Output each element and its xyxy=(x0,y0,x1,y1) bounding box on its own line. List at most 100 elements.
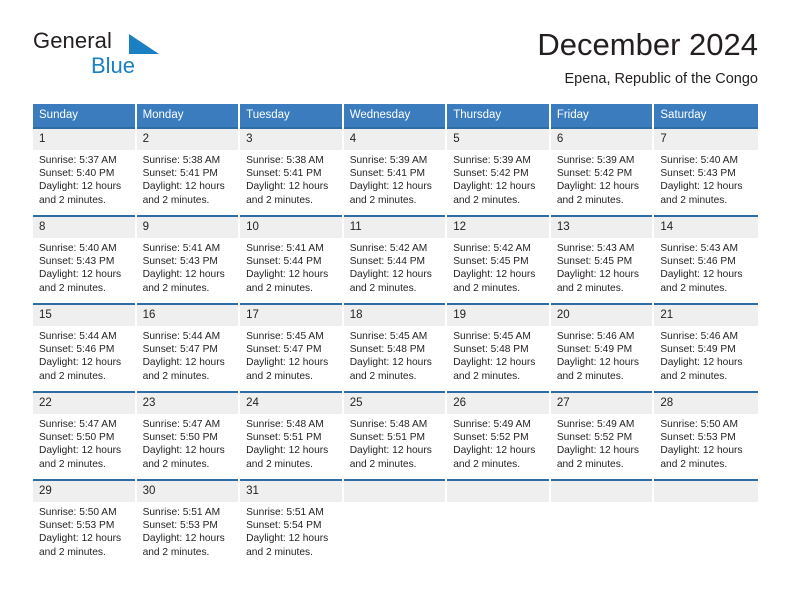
calendar-day-cell[interactable]: 14 Sunrise: 5:43 AM Sunset: 5:46 PM Dayligh… xyxy=(654,215,758,303)
day-info: Sunrise: 5:50 AM Sunset: 5:53 PM Daylight:… xyxy=(654,414,758,471)
weekday-header-thursday: Thursday xyxy=(447,104,551,127)
day-info: Sunrise: 5:40 AM Sunset: 5:43 PM Daylight:… xyxy=(33,238,135,295)
calendar-day-cell[interactable]: 25 Sunrise: 5:48 AM Sunset: 5:51 PM Dayligh… xyxy=(343,391,448,479)
calendar-day-cell[interactable]: 27 Sunrise: 5:49 AM Sunset: 5:52 PM Dayligh… xyxy=(550,391,655,479)
daylight-text-line2: and 2 minutes. xyxy=(39,458,106,470)
daylight-text-line2: and 2 minutes. xyxy=(39,546,106,558)
day-number: 2 xyxy=(136,129,239,150)
calendar-day-cell[interactable]: 15 Sunrise: 5:44 AM Sunset: 5:46 PM Dayligh… xyxy=(33,303,137,391)
day-cell-content: 2 Sunrise: 5:38 AM Sunset: 5:41 PM Daylight… xyxy=(136,127,239,215)
brand-name-blue: Blue xyxy=(91,53,136,78)
calendar-day-cell[interactable] xyxy=(550,479,655,567)
sunset-text: Sunset: 5:53 PM xyxy=(660,432,736,444)
daylight-text-line1: Daylight: 12 hours xyxy=(556,357,639,369)
daylight-text-line1: Daylight: 12 hours xyxy=(349,357,432,369)
day-cell-content: 14 Sunrise: 5:43 AM Sunset: 5:46 PM Dayligh… xyxy=(654,215,758,303)
calendar-day-cell[interactable]: 18 Sunrise: 5:45 AM Sunset: 5:48 PM Dayligh… xyxy=(343,303,448,391)
daylight-text-line1: Daylight: 12 hours xyxy=(39,269,122,281)
daylight-text-line2: and 2 minutes. xyxy=(39,282,106,294)
calendar-day-cell[interactable]: 3 Sunrise: 5:38 AM Sunset: 5:41 PM Daylight… xyxy=(240,127,344,215)
sunset-text: Sunset: 5:52 PM xyxy=(453,432,529,444)
day-cell-content: 6 Sunrise: 5:39 AM Sunset: 5:42 PM Daylight… xyxy=(550,127,653,215)
calendar-day-cell[interactable]: 8 Sunrise: 5:40 AM Sunset: 5:43 PM Daylight… xyxy=(33,215,137,303)
calendar-day-cell[interactable]: 13 Sunrise: 5:43 AM Sunset: 5:45 PM Dayligh… xyxy=(550,215,655,303)
calendar-day-cell[interactable]: 26 Sunrise: 5:49 AM Sunset: 5:52 PM Dayligh… xyxy=(447,391,551,479)
day-info: Sunrise: 5:38 AM Sunset: 5:41 PM Daylight:… xyxy=(137,150,239,207)
daylight-text-line1: Daylight: 12 hours xyxy=(556,269,639,281)
weekday-header-sunday: Sunday xyxy=(33,104,137,127)
day-number: 17 xyxy=(240,305,342,326)
sunset-text: Sunset: 5:47 PM xyxy=(246,344,322,356)
day-cell-empty xyxy=(654,479,758,567)
sunrise-text: Sunrise: 5:42 AM xyxy=(349,243,428,254)
weekday-header-row: Sunday Monday Tuesday Wednesday Thursday… xyxy=(33,104,758,127)
calendar-day-cell[interactable]: 16 Sunrise: 5:44 AM Sunset: 5:47 PM Dayligh… xyxy=(136,303,241,391)
day-info: Sunrise: 5:40 AM Sunset: 5:43 PM Daylight:… xyxy=(654,150,758,207)
sunset-text: Sunset: 5:53 PM xyxy=(142,520,218,532)
calendar-day-cell[interactable]: 29 Sunrise: 5:50 AM Sunset: 5:53 PM Dayligh… xyxy=(33,479,137,567)
calendar-day-cell[interactable]: 21 Sunrise: 5:46 AM Sunset: 5:49 PM Dayligh… xyxy=(654,303,758,391)
calendar-day-cell[interactable]: 4 Sunrise: 5:39 AM Sunset: 5:41 PM Daylight… xyxy=(343,127,448,215)
day-number: 5 xyxy=(447,129,549,150)
daylight-text-line1: Daylight: 12 hours xyxy=(660,181,743,193)
calendar-day-cell[interactable]: 30 Sunrise: 5:51 AM Sunset: 5:53 PM Dayligh… xyxy=(136,479,241,567)
sunrise-text: Sunrise: 5:47 AM xyxy=(142,419,221,430)
calendar-day-cell[interactable] xyxy=(654,479,758,567)
calendar-day-cell[interactable]: 31 Sunrise: 5:51 AM Sunset: 5:54 PM Dayligh… xyxy=(240,479,344,567)
calendar-day-cell[interactable]: 19 Sunrise: 5:45 AM Sunset: 5:48 PM Dayligh… xyxy=(447,303,551,391)
day-cell-content: 21 Sunrise: 5:46 AM Sunset: 5:49 PM Dayligh… xyxy=(654,303,758,391)
day-number: 12 xyxy=(447,217,549,238)
calendar-day-cell[interactable]: 23 Sunrise: 5:47 AM Sunset: 5:50 PM Dayligh… xyxy=(136,391,241,479)
weekday-header-friday: Friday xyxy=(550,104,655,127)
calendar-day-cell[interactable]: 20 Sunrise: 5:46 AM Sunset: 5:49 PM Dayligh… xyxy=(550,303,655,391)
day-info: Sunrise: 5:47 AM Sunset: 5:50 PM Daylight:… xyxy=(137,414,239,471)
sunset-text: Sunset: 5:44 PM xyxy=(246,256,322,268)
day-info: Sunrise: 5:41 AM Sunset: 5:43 PM Daylight:… xyxy=(137,238,239,295)
calendar-day-cell[interactable]: 6 Sunrise: 5:39 AM Sunset: 5:42 PM Daylight… xyxy=(550,127,655,215)
calendar-day-cell[interactable]: 7 Sunrise: 5:40 AM Sunset: 5:43 PM Daylight… xyxy=(654,127,758,215)
calendar-body: 1 Sunrise: 5:37 AM Sunset: 5:40 PM Daylight… xyxy=(33,127,758,567)
sunrise-text: Sunrise: 5:51 AM xyxy=(246,507,324,518)
daylight-text-line2: and 2 minutes. xyxy=(349,370,417,382)
day-number xyxy=(447,481,549,502)
daylight-text-line2: and 2 minutes. xyxy=(453,458,521,470)
sunset-text: Sunset: 5:45 PM xyxy=(453,256,529,268)
sunrise-text: Sunrise: 5:42 AM xyxy=(453,243,531,254)
calendar-day-cell[interactable] xyxy=(447,479,551,567)
day-info: Sunrise: 5:49 AM Sunset: 5:52 PM Daylight:… xyxy=(551,414,653,471)
calendar-day-cell[interactable]: 17 Sunrise: 5:45 AM Sunset: 5:47 PM Dayligh… xyxy=(240,303,344,391)
sunrise-text: Sunrise: 5:46 AM xyxy=(556,331,635,342)
calendar-day-cell[interactable]: 12 Sunrise: 5:42 AM Sunset: 5:45 PM Dayligh… xyxy=(447,215,551,303)
sunset-text: Sunset: 5:48 PM xyxy=(349,344,426,356)
day-number: 20 xyxy=(550,305,653,326)
daylight-text-line1: Daylight: 12 hours xyxy=(453,269,536,281)
calendar-day-cell[interactable] xyxy=(343,479,448,567)
day-cell-content: 5 Sunrise: 5:39 AM Sunset: 5:42 PM Daylight… xyxy=(447,127,549,215)
day-number: 18 xyxy=(343,305,446,326)
daylight-text-line1: Daylight: 12 hours xyxy=(556,445,639,457)
sunset-text: Sunset: 5:46 PM xyxy=(660,256,736,268)
day-info: Sunrise: 5:43 AM Sunset: 5:46 PM Daylight:… xyxy=(654,238,758,295)
calendar-day-cell[interactable]: 28 Sunrise: 5:50 AM Sunset: 5:53 PM Dayligh… xyxy=(654,391,758,479)
calendar-week-row: 22 Sunrise: 5:47 AM Sunset: 5:50 PM Dayligh… xyxy=(33,391,758,479)
day-info: Sunrise: 5:45 AM Sunset: 5:48 PM Daylight:… xyxy=(344,326,446,383)
daylight-text-line2: and 2 minutes. xyxy=(246,194,313,206)
brand-logo[interactable]: General Blue xyxy=(33,28,293,86)
day-number: 14 xyxy=(654,217,758,238)
calendar-day-cell[interactable]: 5 Sunrise: 5:39 AM Sunset: 5:42 PM Daylight… xyxy=(447,127,551,215)
calendar-day-cell[interactable]: 11 Sunrise: 5:42 AM Sunset: 5:44 PM Dayligh… xyxy=(343,215,448,303)
calendar-day-cell[interactable]: 24 Sunrise: 5:48 AM Sunset: 5:51 PM Dayligh… xyxy=(240,391,344,479)
calendar-day-cell[interactable]: 10 Sunrise: 5:41 AM Sunset: 5:44 PM Dayligh… xyxy=(240,215,344,303)
calendar-day-cell[interactable]: 2 Sunrise: 5:38 AM Sunset: 5:41 PM Daylight… xyxy=(136,127,241,215)
daylight-text-line2: and 2 minutes. xyxy=(142,546,210,558)
calendar-day-cell[interactable]: 9 Sunrise: 5:41 AM Sunset: 5:43 PM Daylight… xyxy=(136,215,241,303)
day-number: 30 xyxy=(136,481,239,502)
day-cell-content: 4 Sunrise: 5:39 AM Sunset: 5:41 PM Daylight… xyxy=(343,127,446,215)
day-info: Sunrise: 5:37 AM Sunset: 5:40 PM Daylight:… xyxy=(33,150,135,207)
page-title: December 2024 xyxy=(537,27,758,62)
calendar-day-cell[interactable]: 22 Sunrise: 5:47 AM Sunset: 5:50 PM Dayligh… xyxy=(33,391,137,479)
sunset-text: Sunset: 5:43 PM xyxy=(660,168,736,180)
daylight-text-line1: Daylight: 12 hours xyxy=(660,357,743,369)
calendar-day-cell[interactable]: 1 Sunrise: 5:37 AM Sunset: 5:40 PM Daylight… xyxy=(33,127,137,215)
day-cell-content: 20 Sunrise: 5:46 AM Sunset: 5:49 PM Dayligh… xyxy=(550,303,653,391)
